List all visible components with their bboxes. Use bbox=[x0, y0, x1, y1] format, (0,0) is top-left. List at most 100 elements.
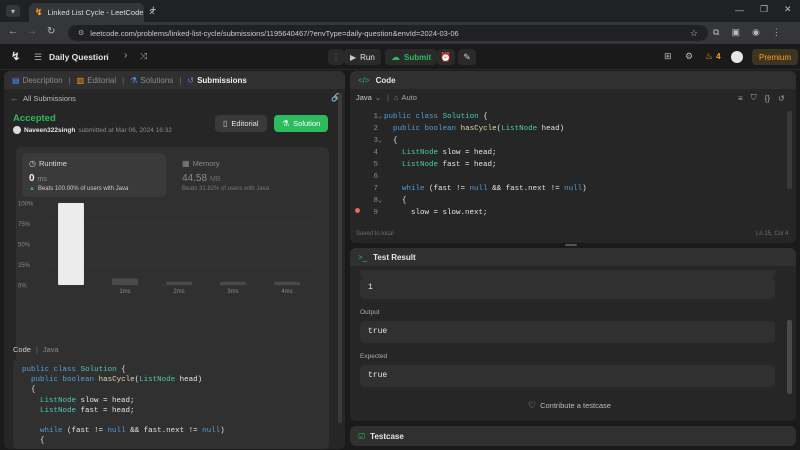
x-tick-label: 4ms bbox=[281, 289, 292, 295]
memory-chip-icon: ▦ bbox=[182, 159, 190, 168]
test-scrollbar[interactable] bbox=[787, 320, 792, 394]
code-panel-header: </> Code bbox=[350, 71, 796, 89]
all-submissions-link[interactable]: ← All Submissions bbox=[10, 93, 76, 103]
testcase-tab[interactable]: ☑ Testcase bbox=[350, 426, 796, 446]
runtime-card[interactable]: ◷ Runtime 0 ms ▲ Beats 100.00% of users … bbox=[22, 153, 166, 197]
premium-button[interactable]: Premium bbox=[752, 49, 799, 65]
submitter-name[interactable]: Naveen322singh bbox=[24, 127, 75, 134]
breakpoint-dot[interactable] bbox=[355, 208, 360, 213]
braces-icon[interactable]: {} bbox=[765, 94, 770, 103]
testcase-label: Testcase bbox=[370, 431, 404, 441]
notes-button[interactable]: ✎ bbox=[458, 49, 476, 65]
site-info-icon: ⚙ bbox=[78, 30, 85, 37]
clock-icon: ◷ bbox=[29, 159, 36, 168]
maximize-icon[interactable]: ❐ bbox=[760, 4, 768, 15]
y-tick-label: 75% bbox=[18, 222, 31, 228]
url-bar[interactable]: ⚙ leetcode.com/problems/linked-list-cycl… bbox=[68, 25, 708, 41]
problem-list-icon[interactable]: ☰ bbox=[34, 52, 42, 63]
tab-title: Linked List Cycle - LeetCode bbox=[47, 8, 144, 17]
browser-tab-bar: ▾ ↯ Linked List Cycle - LeetCode ✕ + — ❐… bbox=[0, 0, 800, 22]
test-result-title: Test Result bbox=[373, 252, 416, 262]
tab-search-icon[interactable]: ▾ bbox=[6, 5, 20, 17]
streak-counter[interactable]: ♨ 4 bbox=[705, 51, 721, 62]
window-close-icon[interactable]: ✕ bbox=[784, 4, 792, 15]
contribute-testcase-link[interactable]: ♡ Contribute a testcase bbox=[528, 400, 611, 411]
format-icon[interactable]: ≡ bbox=[738, 94, 743, 103]
extensions-icon[interactable]: ⧉ bbox=[713, 27, 719, 38]
tab-submissions[interactable]: ↺ Submissions bbox=[187, 76, 247, 85]
lock-icon: ⌂ bbox=[394, 93, 399, 102]
url-text: leetcode.com/problems/linked-list-cycle/… bbox=[90, 28, 459, 38]
y-tick-label: 50% bbox=[18, 243, 31, 249]
submitted-time: submitted at Mar 06, 2024 16:32 bbox=[78, 126, 172, 134]
timer-button[interactable]: ⏰ bbox=[437, 49, 455, 65]
leetcode-favicon-icon: ↯ bbox=[35, 7, 43, 17]
left-tab-bar: ▤ Description | ▥ Editorial | ⚗ Solutions |… bbox=[4, 71, 345, 89]
back-icon: ← bbox=[10, 93, 19, 103]
terminal-icon: >_ bbox=[358, 252, 368, 262]
submitter-avatar bbox=[13, 126, 21, 134]
notes-icon: ✎ bbox=[463, 51, 471, 62]
chevron-down-icon: ⌄ bbox=[374, 93, 382, 102]
layout-grid-icon[interactable]: ⊞ bbox=[664, 51, 672, 62]
chart-bar bbox=[112, 278, 138, 285]
editor-scrollbar[interactable] bbox=[787, 111, 792, 189]
y-tick-label: 25% bbox=[18, 263, 31, 269]
x-tick-label: 1ms bbox=[119, 289, 130, 295]
bookmark-star-icon[interactable]: ☆ bbox=[690, 28, 698, 39]
chart-bar bbox=[274, 281, 300, 285]
code-label: Code bbox=[13, 345, 31, 354]
leetcode-logo-icon[interactable]: ↯ bbox=[11, 50, 20, 63]
submitted-code-block: public class Solution { public boolean h… bbox=[13, 359, 329, 449]
beaker-icon: ⚗ bbox=[282, 119, 290, 128]
test-result-header: >_ Test Result bbox=[350, 248, 796, 266]
tab-description[interactable]: ▤ Description bbox=[12, 76, 63, 85]
line-number-gutter: 123456789 bbox=[373, 113, 378, 217]
editorial-button[interactable]: ▯ Editorial bbox=[215, 115, 267, 132]
submit-button[interactable]: ☁ Submit bbox=[385, 49, 438, 65]
y-tick-label: 100% bbox=[18, 202, 34, 208]
memory-value: 44.58 bbox=[182, 173, 208, 184]
reset-icon[interactable]: ↺ bbox=[778, 94, 785, 103]
submission-panel: ▤ Description | ▥ Editorial | ⚗ Solutions |… bbox=[4, 71, 345, 449]
browser-extensions: ⧉ ▣ ◉ ⋮ bbox=[713, 27, 781, 38]
settings-gear-icon[interactable]: ⚙ bbox=[685, 51, 693, 62]
tab-solutions[interactable]: ⚗ Solutions bbox=[130, 76, 173, 85]
back-arrow-icon[interactable]: ← bbox=[8, 26, 18, 37]
solutions-icon: ⚗ bbox=[130, 75, 138, 85]
runtime-label: Runtime bbox=[38, 159, 67, 168]
daily-question-title[interactable]: Daily Question bbox=[49, 52, 109, 62]
profile-icon[interactable]: ◉ bbox=[752, 27, 760, 38]
memory-card[interactable]: ▦ Memory 44.58 MB Beats 31.82% of users … bbox=[176, 153, 316, 197]
reload-icon[interactable]: ↻ bbox=[47, 26, 55, 37]
cloud-upload-icon: ☁ bbox=[391, 51, 400, 62]
bookmark-icon[interactable]: ⛉ bbox=[751, 93, 757, 103]
browser-tab[interactable]: ↯ Linked List Cycle - LeetCode ✕ bbox=[29, 3, 155, 22]
y-tick-label: 0% bbox=[18, 284, 27, 290]
solution-button[interactable]: ⚗ Solution bbox=[274, 115, 329, 132]
code-editor[interactable]: public class Solution { public boolean h… bbox=[384, 111, 587, 219]
sidepanel-icon[interactable]: ▣ bbox=[731, 27, 740, 38]
new-tab-icon[interactable]: + bbox=[150, 4, 156, 16]
alarm-icon: ⏰ bbox=[440, 51, 452, 62]
runtime-beats: Beats 100.00% of users with Java bbox=[37, 186, 129, 192]
auto-mode-toggle[interactable]: ⌂ Auto bbox=[394, 93, 417, 102]
memory-label: Memory bbox=[192, 159, 220, 168]
run-button[interactable]: ▶ Run bbox=[344, 49, 381, 65]
checkbox-icon: ☑ bbox=[358, 431, 366, 441]
user-avatar[interactable] bbox=[731, 51, 743, 63]
minimize-icon[interactable]: — bbox=[735, 5, 744, 15]
browser-menu-icon[interactable]: ⋮ bbox=[772, 27, 781, 38]
prev-question-icon[interactable]: ‹ bbox=[106, 50, 109, 61]
next-question-icon[interactable]: › bbox=[124, 50, 127, 61]
vertical-resize-handle[interactable] bbox=[565, 244, 577, 246]
shuffle-icon[interactable]: ⤨ bbox=[140, 51, 147, 62]
forward-arrow-icon[interactable]: → bbox=[27, 26, 37, 37]
left-scrollbar[interactable] bbox=[338, 93, 342, 423]
submitter-line: Naveen322singh submitted at Mar 06, 2024… bbox=[13, 126, 172, 134]
language-select[interactable]: Java ⌄ bbox=[356, 93, 381, 102]
tab-editorial[interactable]: ▥ Editorial bbox=[77, 76, 116, 85]
book-icon: ▯ bbox=[223, 119, 228, 128]
hover-handle[interactable]: ⋮ bbox=[328, 49, 344, 65]
editor-tools: ≡ ⛉ {} ↺ bbox=[738, 93, 785, 103]
